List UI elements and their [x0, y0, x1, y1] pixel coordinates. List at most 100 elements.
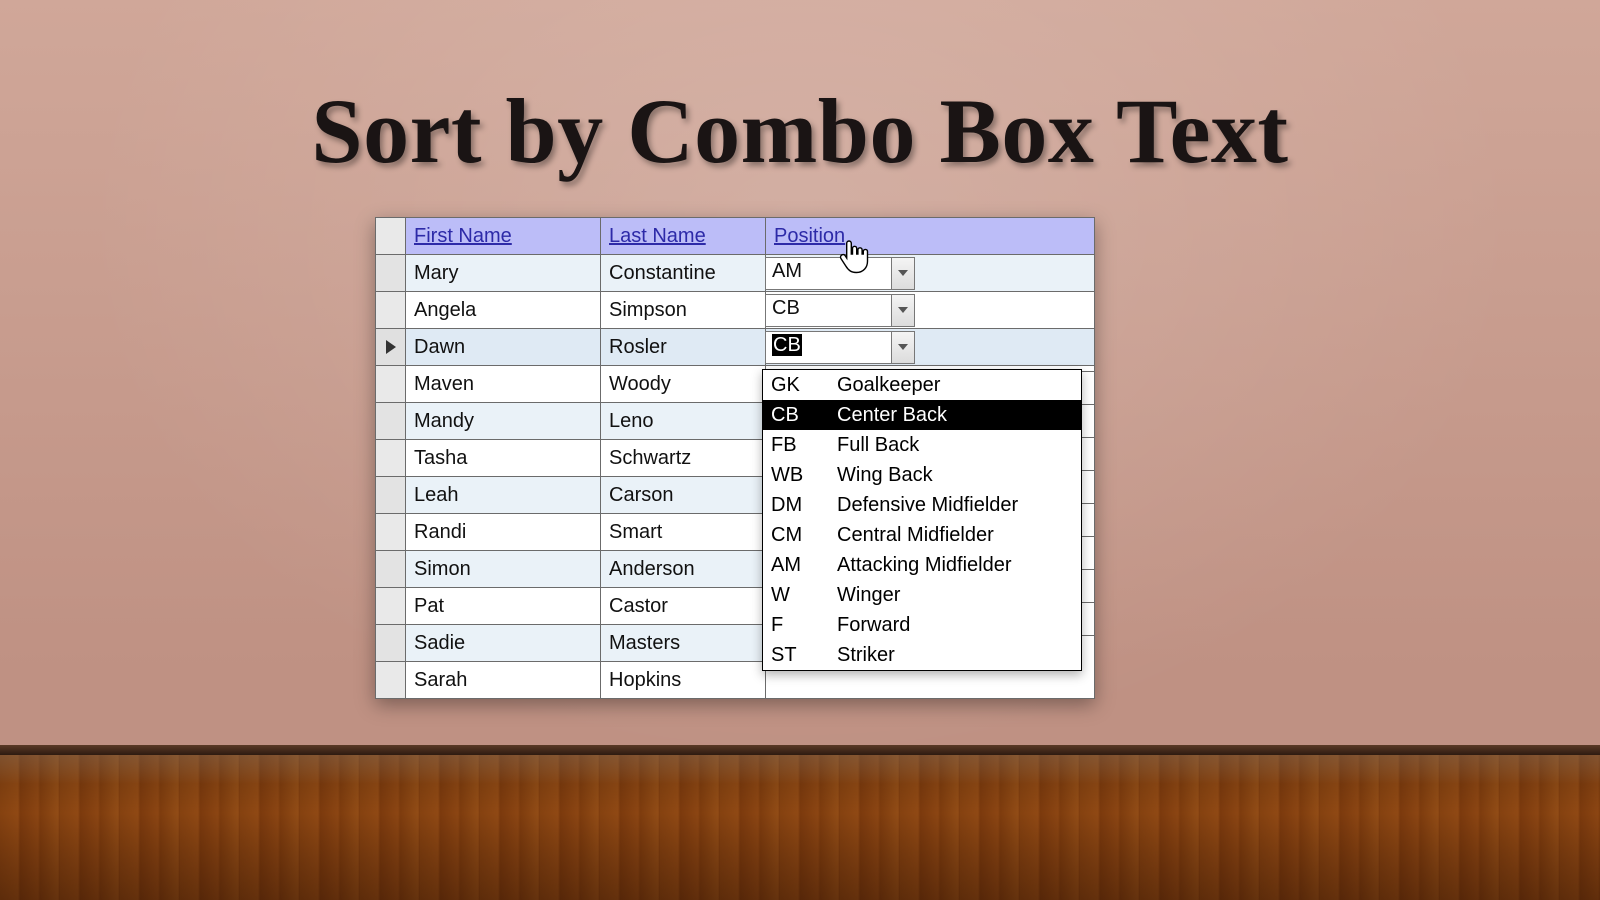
cell-first-name[interactable]: Randi — [406, 514, 601, 551]
dropdown-option-name: Winger — [833, 584, 1081, 607]
row-edge-stub — [1082, 635, 1095, 672]
cell-position[interactable]: CB — [766, 292, 1095, 329]
dropdown-option-abbr: AM — [763, 554, 833, 577]
position-combobox[interactable]: CB — [765, 331, 915, 364]
dropdown-option[interactable]: CMCentral Midfielder — [763, 520, 1081, 550]
dropdown-option-abbr: ST — [763, 644, 833, 667]
cell-last-name[interactable]: Schwartz — [601, 440, 766, 477]
cell-last-name[interactable]: Leno — [601, 403, 766, 440]
position-combobox[interactable]: AM — [765, 257, 915, 290]
cell-last-name[interactable]: Anderson — [601, 551, 766, 588]
dropdown-option-abbr: CM — [763, 524, 833, 547]
baseboard — [0, 745, 1600, 755]
dropdown-option[interactable]: AMAttacking Midfielder — [763, 550, 1081, 580]
cell-position[interactable]: AM — [766, 255, 1095, 292]
position-combobox[interactable]: CB — [765, 294, 915, 327]
cell-last-name[interactable]: Castor — [601, 588, 766, 625]
cell-last-name[interactable]: Masters — [601, 625, 766, 662]
table-row[interactable]: MaryConstantineAM — [376, 255, 1095, 292]
cell-first-name[interactable]: Sadie — [406, 625, 601, 662]
dropdown-option-name: Forward — [833, 614, 1081, 637]
row-edge-stub — [1082, 371, 1095, 408]
position-combobox-button[interactable] — [891, 257, 915, 290]
chevron-down-icon — [898, 270, 908, 276]
dropdown-option[interactable]: FForward — [763, 610, 1081, 640]
record-selector[interactable] — [376, 477, 406, 514]
dropdown-option[interactable]: FBFull Back — [763, 430, 1081, 460]
dropdown-option-name: Attacking Midfielder — [833, 554, 1081, 577]
record-selector[interactable] — [376, 588, 406, 625]
dropdown-option-abbr: W — [763, 584, 833, 607]
dropdown-option[interactable]: STStriker — [763, 640, 1081, 670]
cell-first-name[interactable]: Maven — [406, 366, 601, 403]
dropdown-option-name: Full Back — [833, 434, 1081, 457]
dropdown-option-abbr: DM — [763, 494, 833, 517]
dropdown-option[interactable]: CBCenter Back — [763, 400, 1081, 430]
dropdown-option[interactable]: DMDefensive Midfielder — [763, 490, 1081, 520]
column-header-position[interactable]: Position — [766, 218, 1095, 255]
dropdown-option-abbr: FB — [763, 434, 833, 457]
row-edge-stub — [1082, 569, 1095, 606]
cell-first-name[interactable]: Dawn — [406, 329, 601, 366]
slide-title: Sort by Combo Box Text — [0, 78, 1600, 184]
record-selector[interactable] — [376, 440, 406, 477]
position-combobox-button[interactable] — [891, 294, 915, 327]
cell-first-name[interactable]: Angela — [406, 292, 601, 329]
record-selector[interactable] — [376, 662, 406, 699]
dropdown-option-name: Wing Back — [833, 464, 1081, 487]
cell-first-name[interactable]: Simon — [406, 551, 601, 588]
cell-first-name[interactable]: Sarah — [406, 662, 601, 699]
dropdown-option-name: Defensive Midfielder — [833, 494, 1081, 517]
current-record-marker-icon — [386, 340, 396, 354]
cell-last-name[interactable]: Rosler — [601, 329, 766, 366]
row-edge-stub — [1082, 602, 1095, 639]
cell-last-name[interactable]: Constantine — [601, 255, 766, 292]
row-edge-stub — [1082, 470, 1095, 507]
dropdown-option-abbr: GK — [763, 374, 833, 397]
dropdown-option-name: Goalkeeper — [833, 374, 1081, 397]
record-selector[interactable] — [376, 625, 406, 662]
cell-first-name[interactable]: Tasha — [406, 440, 601, 477]
dropdown-option[interactable]: WWinger — [763, 580, 1081, 610]
dropdown-option[interactable]: GKGoalkeeper — [763, 370, 1081, 400]
record-selector[interactable] — [376, 329, 406, 366]
table-row[interactable]: DawnRoslerCB — [376, 329, 1095, 366]
chevron-down-icon — [898, 344, 908, 350]
cell-last-name[interactable]: Smart — [601, 514, 766, 551]
chevron-down-icon — [898, 307, 908, 313]
cell-position[interactable]: CB — [766, 329, 1095, 366]
cell-last-name[interactable]: Woody — [601, 366, 766, 403]
dropdown-option-abbr: F — [763, 614, 833, 637]
row-edge-stub — [1082, 437, 1095, 474]
record-selector[interactable] — [376, 366, 406, 403]
record-selector[interactable] — [376, 551, 406, 588]
column-header-last-name[interactable]: Last Name — [601, 218, 766, 255]
cell-first-name[interactable]: Mandy — [406, 403, 601, 440]
dropdown-option-name: Striker — [833, 644, 1081, 667]
record-selector[interactable] — [376, 255, 406, 292]
cell-last-name[interactable]: Hopkins — [601, 662, 766, 699]
position-combobox-input[interactable]: CB — [765, 331, 891, 364]
position-dropdown-list[interactable]: GKGoalkeeperCBCenter BackFBFull BackWBWi… — [762, 369, 1082, 671]
row-edge-stub — [1082, 404, 1095, 441]
dropdown-option-name: Center Back — [833, 404, 1081, 427]
cell-first-name[interactable]: Mary — [406, 255, 601, 292]
table-row[interactable]: AngelaSimpsonCB — [376, 292, 1095, 329]
cell-first-name[interactable]: Pat — [406, 588, 601, 625]
cell-first-name[interactable]: Leah — [406, 477, 601, 514]
record-selector[interactable] — [376, 514, 406, 551]
record-selector[interactable] — [376, 292, 406, 329]
column-header-first-name[interactable]: First Name — [406, 218, 601, 255]
dropdown-option-name: Central Midfielder — [833, 524, 1081, 547]
dropdown-option[interactable]: WBWing Back — [763, 460, 1081, 490]
dropdown-option-abbr: WB — [763, 464, 833, 487]
position-combobox-button[interactable] — [891, 331, 915, 364]
row-edge-stub — [1082, 536, 1095, 573]
record-selector-header — [376, 218, 406, 255]
cell-last-name[interactable]: Carson — [601, 477, 766, 514]
position-combobox-input[interactable]: CB — [765, 294, 891, 327]
position-combobox-input[interactable]: AM — [765, 257, 891, 290]
record-selector[interactable] — [376, 403, 406, 440]
dropdown-option-abbr: CB — [763, 404, 833, 427]
cell-last-name[interactable]: Simpson — [601, 292, 766, 329]
